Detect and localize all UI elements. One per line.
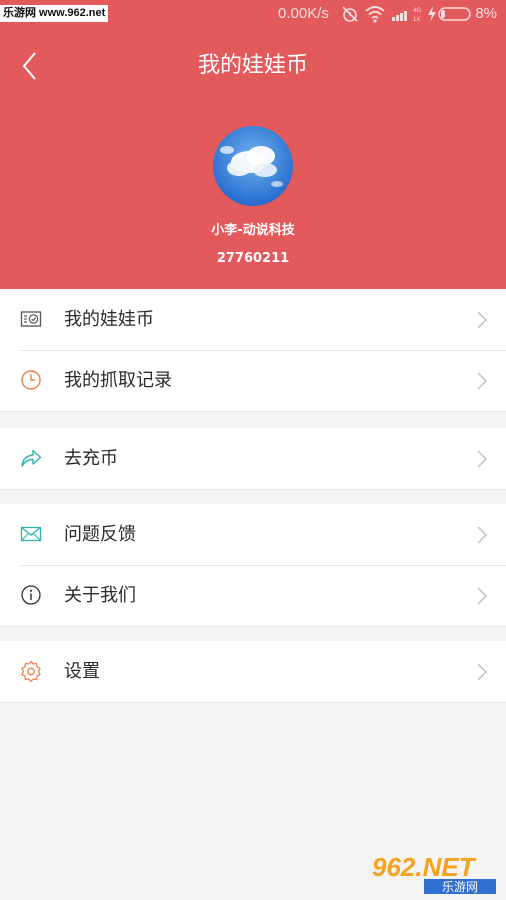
signal-icon: 4G 1X — [392, 8, 421, 23]
charging-icon — [428, 6, 436, 22]
menu-group-3: 问题反馈 关于我们 — [0, 504, 506, 627]
status-bar: 乐游网 www.962.net 0.00K/s 4G 1X 8% — [0, 0, 506, 30]
menu-item-label: 设置 — [64, 661, 100, 682]
menu-item-label: 我的抓取记录 — [64, 370, 172, 391]
battery-icon — [438, 7, 471, 21]
coin-wallet-icon — [20, 308, 42, 330]
page-title: 我的娃娃币 — [197, 53, 308, 78]
mail-icon — [20, 523, 42, 545]
menu-item-grab-records[interactable]: 我的抓取记录 — [0, 350, 506, 411]
battery-percent: 8% — [475, 5, 497, 22]
menu-group-2: 去充币 — [0, 428, 506, 490]
menu-group-4: 设置 — [0, 641, 506, 703]
profile-header: 乐游网 www.962.net 0.00K/s 4G 1X 8% 我的娃娃币 小… — [0, 0, 506, 289]
menu-item-my-coins[interactable]: 我的娃娃币 — [0, 289, 506, 350]
avatar[interactable] — [213, 126, 293, 206]
share-arrow-icon — [20, 447, 42, 469]
watermark-logo-text: 962.NET — [372, 852, 477, 882]
chevron-right-icon — [477, 450, 488, 468]
wifi-icon — [365, 6, 385, 23]
alarm-off-icon — [342, 6, 358, 22]
menu-item-settings[interactable]: 设置 — [0, 641, 506, 702]
chevron-right-icon — [477, 526, 488, 544]
watermark-sub-text: 乐游网 — [442, 880, 478, 894]
chevron-right-icon — [477, 372, 488, 390]
clock-icon — [20, 369, 42, 391]
menu-item-about-us[interactable]: 关于我们 — [0, 565, 506, 626]
menu-item-label: 去充币 — [64, 448, 118, 469]
menu-item-label: 关于我们 — [64, 585, 136, 606]
menu-item-feedback[interactable]: 问题反馈 — [0, 504, 506, 565]
network-speed: 0.00K/s — [278, 5, 329, 22]
svg-text:4G: 4G — [413, 8, 421, 14]
chevron-right-icon — [477, 663, 488, 681]
menu-item-recharge[interactable]: 去充币 — [0, 428, 506, 489]
menu-item-label: 我的娃娃币 — [64, 309, 154, 330]
watermark-top-left: 乐游网 www.962.net — [0, 5, 109, 22]
menu-group-1: 我的娃娃币 我的抓取记录 — [0, 289, 506, 412]
watermark-logo: 962.NET 乐游网 — [372, 852, 496, 894]
svg-text:1X: 1X — [413, 17, 420, 23]
chevron-right-icon — [477, 311, 488, 329]
username: 小李-动说科技 — [211, 223, 295, 238]
chevron-right-icon — [477, 587, 488, 605]
gear-icon — [20, 660, 42, 682]
info-icon — [20, 584, 42, 606]
menu-item-label: 问题反馈 — [64, 524, 136, 545]
user-id: 27760211 — [216, 251, 290, 266]
